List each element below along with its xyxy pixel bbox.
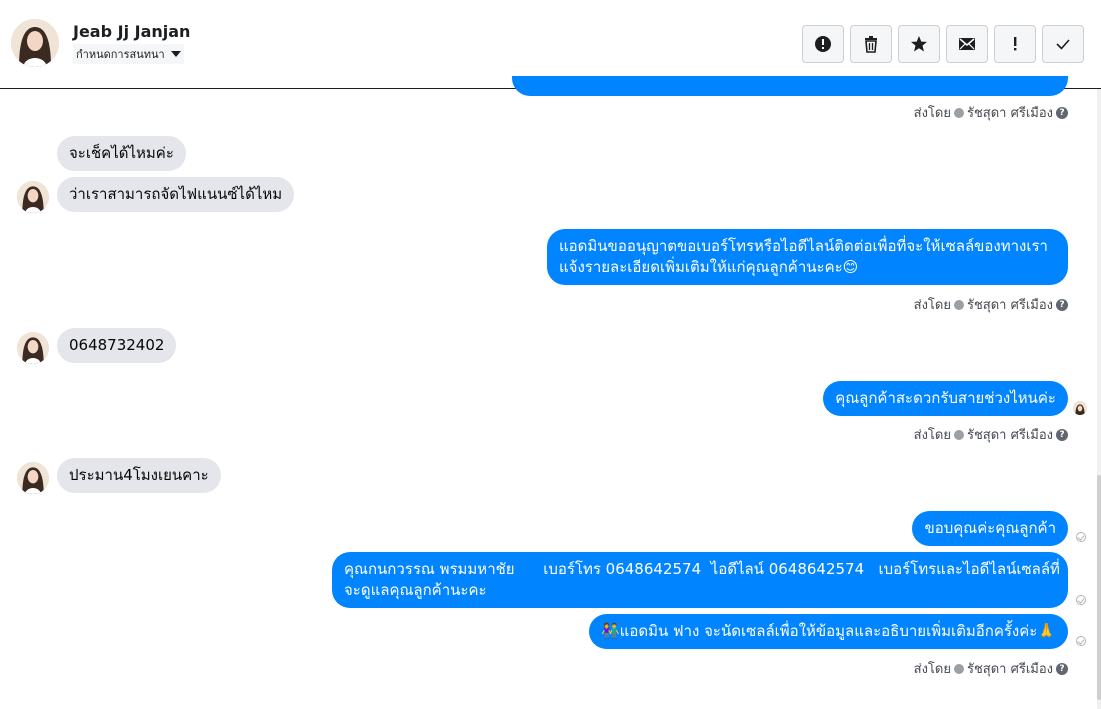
seen-avatar: [1073, 401, 1087, 415]
sent-by-label: ส่งโดย รัชสุดา ศรีเมือง ?: [914, 294, 1068, 315]
exclamation-icon: [1014, 37, 1017, 51]
verified-icon: [953, 429, 964, 440]
verified-icon: [953, 107, 964, 118]
message-bubble-partial: [512, 76, 1068, 96]
mark-unread-button[interactable]: [946, 25, 988, 63]
message-line: คุณกนกวรรณ พรมมหาชัย เบอร์โทร 0648642574…: [344, 560, 1060, 578]
help-icon[interactable]: ?: [1056, 106, 1068, 119]
contact-avatar-small: [17, 181, 49, 213]
contact-avatar-small: [17, 462, 49, 494]
help-icon[interactable]: ?: [1056, 298, 1068, 311]
delivered-icon: [1076, 532, 1086, 542]
report-button[interactable]: [802, 25, 844, 63]
message-bubble: คุณลูกค้าสะดวกรับสายช่วงไหนค่ะ: [823, 381, 1068, 416]
message-bubble: 0648732402: [57, 328, 177, 363]
message-bubble: จะเช็คได้ไหมค่ะ: [57, 136, 186, 171]
follow-up-button[interactable]: [994, 25, 1036, 63]
trash-icon: [865, 36, 877, 53]
message-bubble: ว่าเราสามารถจัดไฟแนนซ์ได้ไหม: [57, 177, 295, 212]
scrollbar-thumb[interactable]: [1097, 475, 1101, 700]
mark-done-button[interactable]: [1042, 25, 1084, 63]
mail-icon: [959, 38, 975, 50]
contact-avatar-small: [17, 332, 49, 364]
message-bubble: ประมาน4โมงเยนคาะ: [57, 458, 221, 493]
contact-avatar[interactable]: [11, 19, 59, 67]
verified-icon: [953, 663, 964, 674]
sent-by-label: ส่งโดย รัชสุดา ศรีเมือง ?: [914, 658, 1068, 679]
verified-icon: [953, 299, 964, 310]
report-icon: [815, 36, 831, 52]
sent-by-label: ส่งโดย รัชสุดา ศรีเมือง ?: [914, 102, 1068, 123]
message-bubble: 👫แอดมิน ฟาง จะนัดเซลล์เพื่อให้ข้อมูลและอ…: [589, 614, 1068, 649]
message-bubble: คุณกนกวรรณ พรมมหาชัย เบอร์โทร 0648642574…: [332, 552, 1068, 608]
conversation-settings-dropdown[interactable]: กำหนดการสนทนา: [73, 44, 184, 64]
message-bubble: ขอบคุณค่ะคุณลูกค้า: [912, 511, 1068, 546]
star-icon: [911, 36, 927, 52]
check-icon: [1056, 39, 1070, 50]
sent-by-label: ส่งโดย รัชสุดา ศรีเมือง ?: [914, 424, 1068, 445]
message-line: จะดูแลคุณลูกค้านะคะ: [344, 581, 487, 599]
help-icon[interactable]: ?: [1056, 662, 1068, 675]
delete-button[interactable]: [850, 25, 892, 63]
star-button[interactable]: [898, 25, 940, 63]
conversation-settings-label: กำหนดการสนทนา: [76, 48, 165, 61]
delivered-icon: [1076, 595, 1086, 605]
help-icon[interactable]: ?: [1056, 428, 1068, 441]
message-line: แอดมินขออนุญาตขอเบอร์โทรหรือไอดีไลน์ติดต…: [559, 237, 1048, 255]
message-line: แจ้งรายละเอียดเพิ่มเติมให้แก่คุณลูกค้านะ…: [559, 258, 859, 276]
delivered-icon: [1076, 636, 1086, 646]
caret-down-icon: [170, 51, 181, 57]
contact-name: Jeab Jj Janjan: [73, 22, 191, 41]
action-toolbar: [802, 25, 1084, 63]
message-bubble: แอดมินขออนุญาตขอเบอร์โทรหรือไอดีไลน์ติดต…: [547, 229, 1068, 285]
